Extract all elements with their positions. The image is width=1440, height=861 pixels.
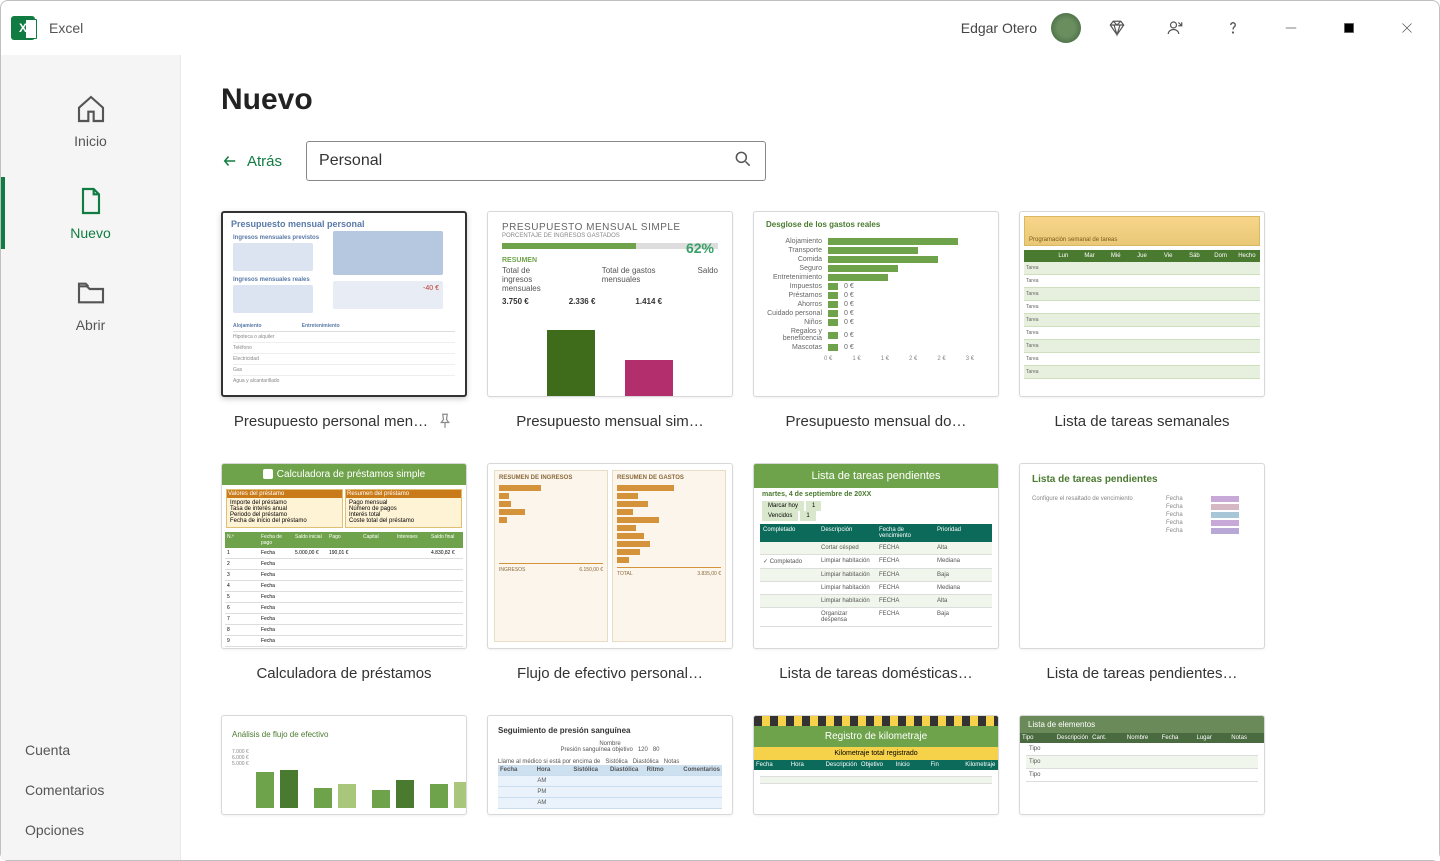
close-icon[interactable]: [1385, 6, 1429, 50]
maximize-icon[interactable]: [1327, 6, 1371, 50]
template-card[interactable]: Análisis de flujo de efectivo 7.000 €6.0…: [221, 715, 467, 815]
template-thumbnail: PRESUPUESTO MENSUAL SIMPLE PORCENTAJE DE…: [487, 211, 733, 397]
template-thumbnail: Programación semanal de tareas LunMarMié…: [1019, 211, 1265, 397]
template-card[interactable]: Seguimiento de presión sanguínea NombreP…: [487, 715, 733, 815]
arrow-left-icon: [221, 152, 239, 170]
template-label: Lista de tareas domésticas…: [779, 665, 972, 682]
app-window: X Excel Edgar Otero Inicio: [0, 0, 1440, 861]
template-thumbnail: RESUMEN DE INGRESOS INGRESOS6.150,00 € R…: [487, 463, 733, 649]
sidebar-item-label: Nuevo: [70, 225, 110, 241]
template-thumbnail: Desglose de los gastos reales Alojamient…: [753, 211, 999, 397]
template-thumbnail: Lista de tareas pendientes Configure el …: [1019, 463, 1265, 649]
template-thumbnail: Lista de tareas pendientes martes, 4 de …: [753, 463, 999, 649]
premium-diamond-icon[interactable]: [1095, 6, 1139, 50]
template-grid: Presupuesto mensual personal Ingresos me…: [221, 211, 1399, 815]
app-title: Excel: [49, 20, 83, 36]
template-thumbnail: Presupuesto mensual personal Ingresos me…: [221, 211, 467, 397]
template-card[interactable]: PRESUPUESTO MENSUAL SIMPLE PORCENTAJE DE…: [487, 211, 733, 435]
help-icon[interactable]: [1211, 6, 1255, 50]
template-label: Presupuesto mensual do…: [786, 413, 967, 430]
template-card[interactable]: RESUMEN DE INGRESOS INGRESOS6.150,00 € R…: [487, 463, 733, 687]
sidebar-item-home[interactable]: Inicio: [1, 75, 180, 167]
back-link[interactable]: Atrás: [221, 152, 282, 170]
template-thumbnail: Análisis de flujo de efectivo 7.000 €6.0…: [221, 715, 467, 815]
sidebar-item-feedback[interactable]: Comentarios: [1, 770, 180, 810]
template-card[interactable]: Lista de tareas pendientes Configure el …: [1019, 463, 1265, 687]
search-box[interactable]: [306, 141, 766, 181]
template-label: Presupuesto mensual sim…: [516, 413, 704, 430]
search-input[interactable]: [319, 152, 725, 170]
sidebar-item-new[interactable]: Nuevo: [1, 167, 180, 259]
template-card[interactable]: Programación semanal de tareas LunMarMié…: [1019, 211, 1265, 435]
template-card[interactable]: Lista de tareas pendientes martes, 4 de …: [753, 463, 999, 687]
sidebar-item-label: Inicio: [74, 133, 107, 149]
sidebar-item-open[interactable]: Abrir: [1, 259, 180, 351]
sidebar-item-label: Abrir: [76, 317, 106, 333]
sidebar: Inicio Nuevo Abrir Cuenta Comentarios Op…: [1, 55, 181, 860]
page-title: Nuevo: [221, 83, 1399, 117]
main-panel: Nuevo Atrás Presupuesto mensual pe: [181, 55, 1439, 860]
template-label: Presupuesto personal men…: [234, 413, 428, 430]
template-card[interactable]: Calculadora de préstamos simple Valores …: [221, 463, 467, 687]
template-card[interactable]: Registro de kilometraje Kilometraje tota…: [753, 715, 999, 815]
user-avatar[interactable]: [1051, 13, 1081, 43]
template-label: Calculadora de préstamos: [256, 665, 431, 682]
account-username[interactable]: Edgar Otero: [961, 20, 1037, 36]
template-thumbnail: Calculadora de préstamos simple Valores …: [221, 463, 467, 649]
sidebar-item-options[interactable]: Opciones: [1, 810, 180, 850]
share-person-icon[interactable]: [1153, 6, 1197, 50]
pin-icon[interactable]: [436, 412, 454, 430]
template-label: Lista de tareas pendientes…: [1047, 665, 1238, 682]
template-label: Lista de tareas semanales: [1054, 413, 1229, 430]
template-thumbnail: Lista de elementos TipoDescripciónCant.N…: [1019, 715, 1265, 815]
template-thumbnail: Seguimiento de presión sanguínea NombreP…: [487, 715, 733, 815]
minimize-icon[interactable]: [1269, 6, 1313, 50]
template-label: Flujo de efectivo personal…: [517, 665, 703, 682]
search-icon[interactable]: [733, 149, 753, 174]
template-thumbnail: Registro de kilometraje Kilometraje tota…: [753, 715, 999, 815]
sidebar-item-account[interactable]: Cuenta: [1, 730, 180, 770]
back-label: Atrás: [247, 153, 282, 170]
template-card[interactable]: Lista de elementos TipoDescripciónCant.N…: [1019, 715, 1265, 815]
template-card[interactable]: Desglose de los gastos reales Alojamient…: [753, 211, 999, 435]
template-card[interactable]: Presupuesto mensual personal Ingresos me…: [221, 211, 467, 435]
excel-logo-icon: X: [11, 16, 35, 40]
title-bar: X Excel Edgar Otero: [1, 1, 1439, 55]
